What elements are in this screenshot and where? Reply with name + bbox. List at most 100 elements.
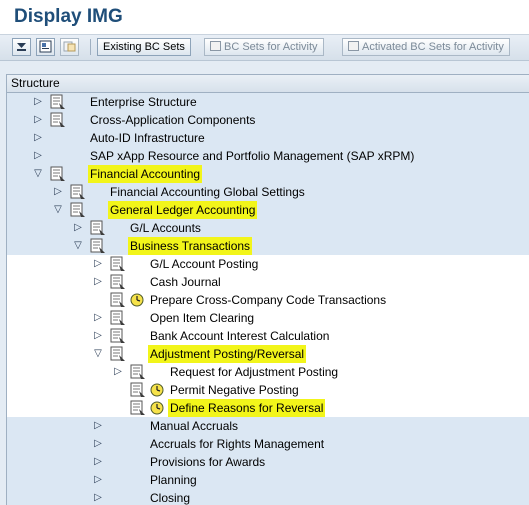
tree-node-label: Define Reasons for Reversal	[168, 399, 326, 417]
expand-arrow-icon[interactable]: ▷	[33, 111, 43, 129]
tree-node-label: Closing	[150, 491, 191, 505]
tree-node-label: Provisions for Awards	[150, 455, 266, 469]
expand-arrow-icon[interactable]: ▷	[93, 489, 103, 505]
tree-node[interactable]: ▷ Closing	[7, 489, 529, 505]
tree-node-label: Accruals for Rights Management	[150, 437, 325, 451]
documentation-icon[interactable]	[109, 310, 127, 326]
expand-arrow-icon[interactable]: ▷	[93, 417, 103, 435]
documentation-icon[interactable]	[129, 400, 147, 416]
tree-node[interactable]: ▷ G/L Account Posting	[7, 255, 529, 273]
tree-node[interactable]: ▷ Cross-Application Components	[7, 111, 529, 129]
expand-subtree-button[interactable]	[12, 38, 31, 56]
tree-node-label: Permit Negative Posting	[170, 383, 299, 397]
tree-node-label: Adjustment Posting/Reversal	[148, 345, 307, 363]
expand-arrow-icon[interactable]: ▷	[33, 129, 43, 147]
tree-node-label: Cross-Application Components	[90, 113, 256, 127]
tree-node[interactable]: Prepare Cross-Company Code Transactions	[7, 291, 529, 309]
tree-rows: ▷ Enterprise Structure ▷ Cross-Application …	[7, 93, 529, 505]
tree-node[interactable]: ▽ General Ledger Accounting	[7, 201, 529, 219]
application-toolbar: Existing BC Sets BC Sets for Activity Ac…	[0, 35, 529, 61]
expand-arrow-icon[interactable]: ▷	[93, 273, 103, 291]
documentation-icon[interactable]	[109, 328, 127, 344]
execute-activity-clock-icon[interactable]	[150, 383, 164, 397]
tree-node[interactable]: ▷ Cash Journal	[7, 273, 529, 291]
documentation-icon[interactable]	[109, 292, 127, 308]
tree-node[interactable]: Define Reasons for Reversal	[7, 399, 529, 417]
activated-bc-sets-label: Activated BC Sets for Activity	[362, 41, 504, 53]
tree-node-label: SAP xApp Resource and Portfolio Manageme…	[90, 149, 415, 163]
tree-column-header: Structure	[7, 75, 529, 93]
collapse-arrow-icon[interactable]: ▽	[33, 165, 43, 183]
tree-node[interactable]: ▷ Planning	[7, 471, 529, 489]
tree-node[interactable]: ▽ Financial Accounting	[7, 165, 529, 183]
tree-node[interactable]: ▷ Auto-ID Infrastructure	[7, 129, 529, 147]
documentation-icon[interactable]	[49, 112, 67, 128]
tree-node[interactable]: Permit Negative Posting	[7, 381, 529, 399]
documentation-icon[interactable]	[49, 166, 67, 182]
collapse-arrow-icon[interactable]: ▽	[93, 345, 103, 363]
tree-node-label: Business Transactions	[128, 237, 253, 255]
tree-node[interactable]: ▷ Manual Accruals	[7, 417, 529, 435]
tree-node-label: Request for Adjustment Posting	[170, 365, 339, 379]
collapse-arrow-icon[interactable]: ▽	[53, 201, 63, 219]
tree-node-label: Manual Accruals	[150, 419, 239, 433]
tree-node-label: Bank Account Interest Calculation	[150, 329, 330, 343]
bc-sets-for-activity-label: BC Sets for Activity	[224, 41, 318, 53]
tree-node[interactable]: ▷ Financial Accounting Global Settings	[7, 183, 529, 201]
documentation-icon[interactable]	[69, 184, 87, 200]
activated-bc-set-icon	[348, 41, 359, 51]
tree-node-label: Enterprise Structure	[90, 95, 197, 109]
execute-activity-clock-icon[interactable]	[150, 401, 164, 415]
collapse-arrow-icon[interactable]: ▽	[73, 237, 83, 255]
existing-bc-sets-button[interactable]: Existing BC Sets	[97, 38, 191, 56]
tree-node[interactable]: ▷ Provisions for Awards	[7, 453, 529, 471]
tree-node-label: Auto-ID Infrastructure	[90, 131, 205, 145]
tree-node-label: G/L Accounts	[130, 221, 201, 235]
documentation-icon[interactable]	[49, 94, 67, 110]
expand-arrow-icon[interactable]: ▷	[93, 453, 103, 471]
documentation-icon[interactable]	[109, 274, 127, 290]
bc-sets-for-activity-button[interactable]: BC Sets for Activity	[204, 38, 324, 56]
bc-set-icon	[210, 41, 221, 51]
tree-node[interactable]: ▷ Accruals for Rights Management	[7, 435, 529, 453]
activated-bc-sets-button[interactable]: Activated BC Sets for Activity	[342, 38, 510, 56]
tree-node[interactable]: ▷ Request for Adjustment Posting	[7, 363, 529, 381]
expand-subtree-icon	[17, 43, 26, 51]
expand-arrow-icon[interactable]: ▷	[93, 309, 103, 327]
tree-node[interactable]: ▽ Business Transactions	[7, 237, 529, 255]
expand-arrow-icon[interactable]: ▷	[33, 93, 43, 111]
tree-node-label: Open Item Clearing	[150, 311, 255, 325]
position-icon	[63, 41, 76, 52]
tree-node-label: G/L Account Posting	[150, 257, 259, 271]
expand-arrow-icon[interactable]: ▷	[93, 255, 103, 273]
tree-node[interactable]: ▷ SAP xApp Resource and Portfolio Managem…	[7, 147, 529, 165]
execute-activity-clock-icon[interactable]	[130, 293, 144, 307]
documentation-icon[interactable]	[129, 382, 147, 398]
expand-arrow-icon[interactable]: ▷	[73, 219, 83, 237]
expand-arrow-icon[interactable]: ▷	[33, 147, 43, 165]
expand-arrow-icon[interactable]: ▷	[93, 435, 103, 453]
img-structure-tree: Structure ▷ Enterprise Structure ▷ Cross-Ap…	[6, 74, 529, 505]
documentation-icon[interactable]	[109, 256, 127, 272]
page-title: Display IMG	[14, 6, 123, 27]
tree-node[interactable]: ▷ G/L Accounts	[7, 219, 529, 237]
find-icon	[39, 40, 52, 53]
expand-arrow-icon[interactable]: ▷	[93, 471, 103, 489]
tree-node[interactable]: ▽ Adjustment Posting/Reversal	[7, 345, 529, 363]
position-button[interactable]	[60, 38, 79, 56]
documentation-icon[interactable]	[109, 346, 127, 362]
expand-arrow-icon[interactable]: ▷	[113, 363, 123, 381]
documentation-icon[interactable]	[89, 238, 107, 254]
tree-node-label: General Ledger Accounting	[108, 201, 258, 219]
tree-node[interactable]: ▷ Bank Account Interest Calculation	[7, 327, 529, 345]
documentation-icon[interactable]	[89, 220, 107, 236]
tree-node-label: Financial Accounting Global Settings	[110, 185, 305, 199]
tree-node[interactable]: ▷ Open Item Clearing	[7, 309, 529, 327]
find-button[interactable]	[36, 38, 55, 56]
documentation-icon[interactable]	[129, 364, 147, 380]
documentation-icon[interactable]	[69, 202, 87, 218]
expand-arrow-icon[interactable]: ▷	[53, 183, 63, 201]
expand-arrow-icon[interactable]: ▷	[93, 327, 103, 345]
tree-node[interactable]: ▷ Enterprise Structure	[7, 93, 529, 111]
tree-node-label: Financial Accounting	[88, 165, 203, 183]
